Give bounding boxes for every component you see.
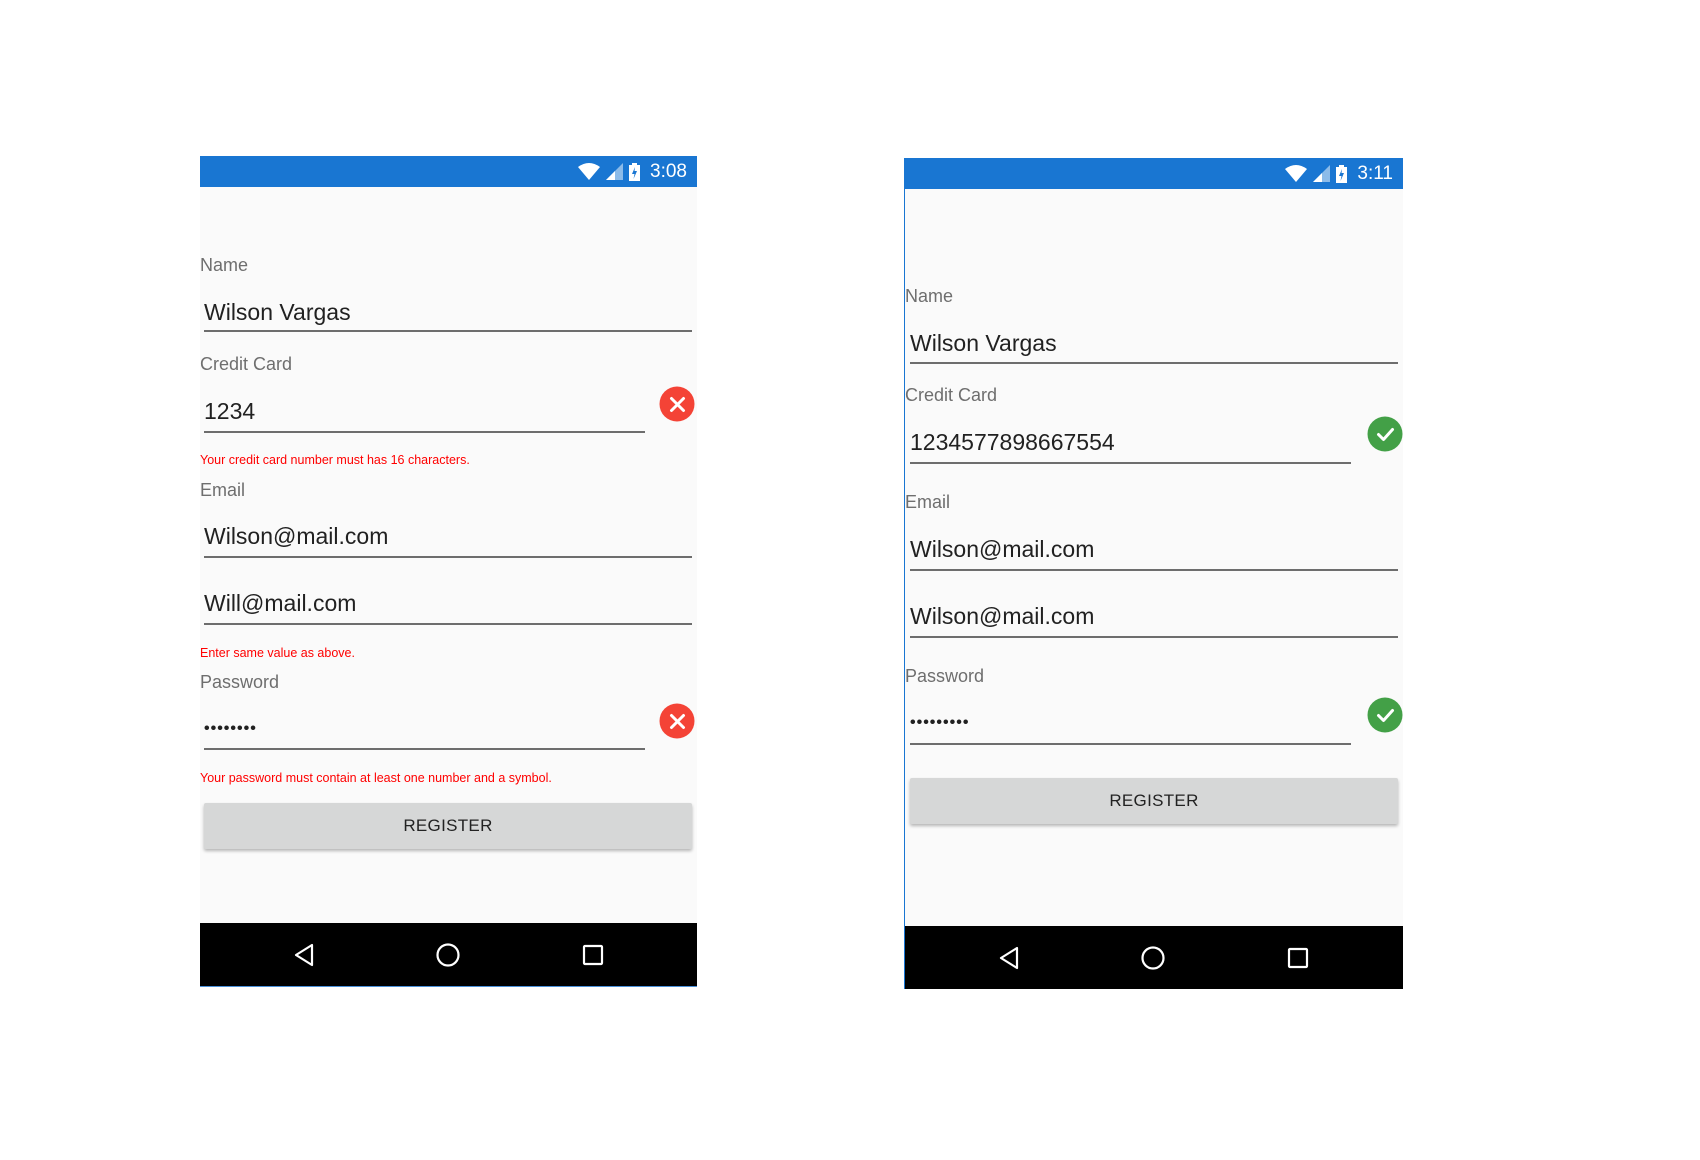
error-icon: [659, 386, 695, 422]
email-confirm-input[interactable]: Will@mail.com: [204, 590, 356, 617]
phone-screen-valid: 3:11 Name Wilson Vargas Credit Card 1234…: [904, 158, 1403, 989]
email-input[interactable]: Wilson@mail.com: [910, 536, 1094, 563]
password-underline: [910, 743, 1351, 745]
name-label: Name: [905, 286, 954, 306]
credit-card-underline: [204, 431, 645, 433]
credit-card-label: Credit Card: [905, 385, 998, 405]
register-button[interactable]: REGISTER: [204, 803, 692, 849]
status-time: 3:08: [650, 160, 687, 182]
password-label: Password: [905, 666, 985, 686]
name-input[interactable]: Wilson Vargas: [204, 299, 351, 326]
email-underline: [910, 569, 1398, 571]
success-check-icon: [1367, 697, 1403, 733]
navigation-bar: [200, 923, 697, 986]
back-icon[interactable]: [293, 943, 315, 967]
credit-card-error: Your credit card number must has 16 char…: [200, 453, 470, 467]
email-underline: [204, 556, 692, 558]
email-input[interactable]: Wilson@mail.com: [204, 523, 388, 550]
wifi-icon: [1285, 165, 1308, 182]
signal-icon: [1313, 165, 1331, 182]
name-input-underline: [204, 330, 692, 332]
email-confirm-input[interactable]: Wilson@mail.com: [910, 603, 1094, 630]
email-label: Email: [200, 480, 246, 500]
password-underline: [204, 748, 645, 750]
status-bar: 3:08: [200, 156, 697, 187]
error-icon: [659, 703, 695, 739]
password-input[interactable]: ••••••••: [204, 720, 257, 738]
credit-card-input[interactable]: 1234: [204, 398, 255, 425]
navigation-bar: [905, 926, 1403, 989]
name-input[interactable]: Wilson Vargas: [910, 330, 1057, 357]
battery-charging-icon: [1336, 164, 1348, 183]
recents-icon[interactable]: [582, 944, 604, 966]
name-label: Name: [200, 255, 249, 275]
status-bar: 3:11: [905, 158, 1403, 189]
email-label: Email: [905, 492, 951, 512]
password-input[interactable]: •••••••••: [910, 714, 969, 732]
battery-charging-icon: [629, 162, 641, 181]
credit-card-label: Credit Card: [200, 354, 293, 374]
signal-icon: [606, 163, 624, 180]
name-input-underline: [910, 362, 1398, 364]
back-icon[interactable]: [998, 946, 1020, 970]
password-error: Your password must contain at least one …: [200, 771, 552, 785]
home-icon[interactable]: [435, 942, 461, 968]
phone-screen-invalid: 3:08 Name Wilson Vargas Credit Card 1234…: [200, 156, 697, 987]
email-confirm-underline: [204, 623, 692, 625]
email-confirm-underline: [910, 636, 1398, 638]
register-button[interactable]: REGISTER: [910, 778, 1398, 824]
wifi-icon: [578, 163, 601, 180]
credit-card-input[interactable]: 1234577898667554: [910, 429, 1115, 456]
home-icon[interactable]: [1140, 945, 1166, 971]
credit-card-underline: [910, 462, 1351, 464]
recents-icon[interactable]: [1287, 947, 1309, 969]
password-label: Password: [200, 672, 280, 692]
email-confirm-error: Enter same value as above.: [200, 646, 355, 660]
status-time: 3:11: [1357, 162, 1393, 184]
success-check-icon: [1367, 416, 1403, 452]
